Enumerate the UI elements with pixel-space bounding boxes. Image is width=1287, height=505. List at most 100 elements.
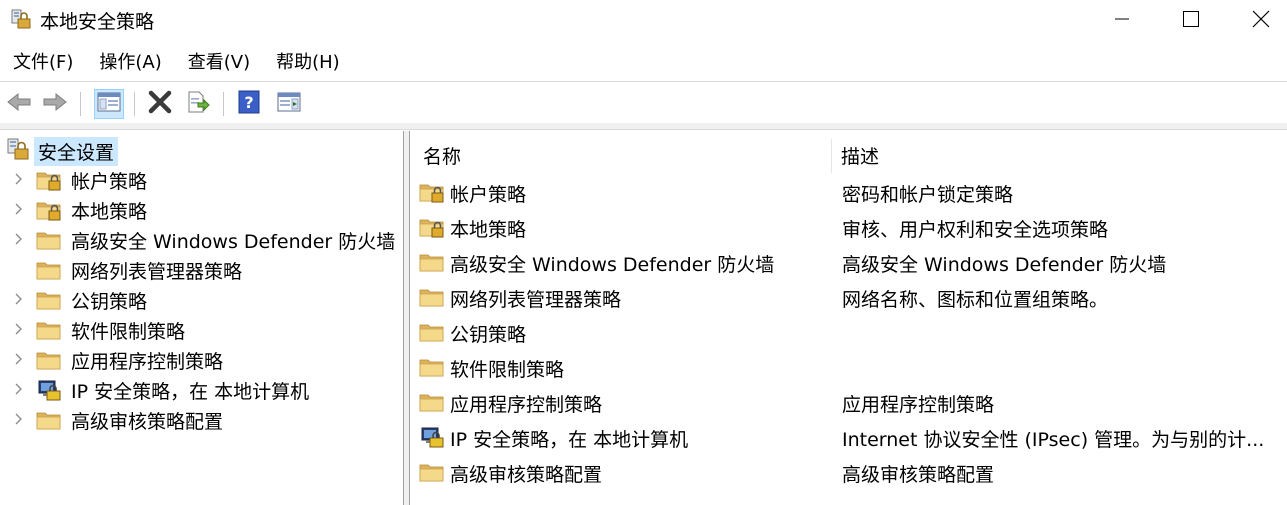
list-item-name: 软件限制策略 <box>450 359 565 381</box>
toolbar-separator <box>80 92 81 116</box>
list-item[interactable]: 公钥策略 <box>411 315 1287 349</box>
list-item[interactable]: 应用程序控制策略 应用程序控制策略 <box>411 385 1287 419</box>
list-item-name: 高级审核策略配置 <box>450 464 603 486</box>
folder-icon <box>36 289 62 311</box>
locked-folder-icon <box>419 181 445 203</box>
pane-splitter[interactable] <box>404 131 410 505</box>
list-item-name: 公钥策略 <box>450 324 527 346</box>
locked-folder-icon <box>419 216 445 238</box>
list-item-description: 网络名称、图标和位置组策略。 <box>842 289 1109 311</box>
chevron-right-icon[interactable] <box>8 411 28 429</box>
toolbar: ? <box>0 85 1287 121</box>
chevron-right-icon[interactable] <box>8 381 28 399</box>
list-item-description: 审核、用户权利和安全选项策略 <box>842 219 1109 241</box>
export-list-icon <box>186 90 210 119</box>
tree-item-label: 网络列表管理器策略 <box>71 260 243 283</box>
tree-item[interactable]: IP 安全策略，在 本地计算机 <box>0 375 403 405</box>
tree-item-label: 应用程序控制策略 <box>71 350 224 373</box>
tree-item[interactable]: 高级审核策略配置 <box>0 405 403 435</box>
list-item-name: 高级安全 Windows Defender 防火墙 <box>450 254 775 276</box>
chevron-right-icon[interactable] <box>8 321 28 339</box>
delete-icon <box>148 90 172 119</box>
tree-item[interactable]: 应用程序控制策略 <box>0 345 403 375</box>
list-item-name: IP 安全策略，在 本地计算机 <box>450 429 689 451</box>
folder-icon <box>419 356 445 378</box>
tree-item[interactable]: 公钥策略 <box>0 285 403 315</box>
show-hide-tree-icon <box>97 92 121 117</box>
tree-pane: 安全设置 帐户策略本地策略高级安全 Windows Defender 防火墙 网络… <box>0 131 404 505</box>
maximize-button[interactable] <box>1168 0 1214 38</box>
locked-folder-icon <box>36 199 62 221</box>
list-item-name: 本地策略 <box>450 219 527 241</box>
show-hide-tree-button[interactable] <box>94 89 124 119</box>
toolbar-border <box>0 123 1287 130</box>
tree-item-label: IP 安全策略，在 本地计算机 <box>71 380 310 403</box>
security-policy-icon <box>10 8 32 30</box>
title-bar: 本地安全策略 <box>0 0 1287 38</box>
chevron-right-icon[interactable] <box>8 351 28 369</box>
tree-item-label: 高级安全 Windows Defender 防火墙 <box>71 230 396 253</box>
tree-item-label: 本地策略 <box>71 200 148 223</box>
list-item[interactable]: 软件限制策略 <box>411 350 1287 384</box>
list-item-description: 密码和帐户锁定策略 <box>842 184 1014 206</box>
export-list-button[interactable] <box>183 89 213 119</box>
delete-button[interactable] <box>145 89 175 119</box>
folder-icon <box>36 259 62 281</box>
list-item[interactable]: IP 安全策略，在 本地计算机 Internet 协议安全性 (IPsec) 管理… <box>411 420 1287 454</box>
folder-icon <box>419 391 445 413</box>
chevron-right-icon[interactable] <box>8 231 28 249</box>
tree-item[interactable]: 高级安全 Windows Defender 防火墙 <box>0 225 403 255</box>
list-item[interactable]: 高级审核策略配置 高级审核策略配置 <box>411 455 1287 489</box>
list-item-description: 高级安全 Windows Defender 防火墙 <box>842 254 1167 276</box>
tree-item[interactable]: 软件限制策略 <box>0 315 403 345</box>
tree-item-label: 公钥策略 <box>71 290 148 313</box>
security-settings-icon <box>6 137 30 166</box>
folder-icon <box>419 461 445 483</box>
tree-item-label: 软件限制策略 <box>71 320 186 343</box>
column-divider[interactable] <box>831 139 832 173</box>
menu-action[interactable]: 操作(A) <box>86 46 174 80</box>
minimize-button[interactable] <box>1099 0 1145 38</box>
menu-separator <box>0 81 1287 82</box>
list-item-name: 应用程序控制策略 <box>450 394 603 416</box>
folder-icon <box>36 349 62 371</box>
locked-folder-icon <box>36 169 62 191</box>
help-icon: ? <box>237 90 261 119</box>
list-item-name: 帐户策略 <box>450 184 527 206</box>
list-pane: 名称 描述 帐户策略 密码和帐户锁定策略本地策略 审核、用户权利和安全选项策略高级安… <box>411 131 1287 505</box>
list-item[interactable]: 网络列表管理器策略 网络名称、图标和位置组策略。 <box>411 280 1287 314</box>
svg-text:?: ? <box>244 93 253 112</box>
menu-help[interactable]: 帮助(H) <box>263 46 353 80</box>
close-button[interactable] <box>1238 0 1284 38</box>
tree-item[interactable]: 本地策略 <box>0 195 403 225</box>
menu-bar: 文件(F) 操作(A) 查看(V) 帮助(H) <box>0 46 1287 80</box>
tree-item[interactable]: 网络列表管理器策略 <box>0 255 403 285</box>
tree-item[interactable]: 帐户策略 <box>0 165 403 195</box>
show-hide-action-pane-button[interactable] <box>274 89 304 119</box>
list-item-name: 网络列表管理器策略 <box>450 289 622 311</box>
show-hide-action-pane-icon <box>277 92 301 117</box>
folder-icon <box>419 286 445 308</box>
list-item[interactable]: 本地策略 审核、用户权利和安全选项策略 <box>411 210 1287 244</box>
list-item[interactable]: 帐户策略 密码和帐户锁定策略 <box>411 175 1287 209</box>
toolbar-separator <box>134 92 135 116</box>
column-header-name[interactable]: 名称 <box>423 137 461 173</box>
chevron-right-icon[interactable] <box>8 201 28 219</box>
toolbar-separator <box>223 92 224 116</box>
forward-button[interactable] <box>40 89 70 119</box>
help-button[interactable]: ? <box>234 89 264 119</box>
column-header-description[interactable]: 描述 <box>841 137 879 173</box>
list-item-description: 高级审核策略配置 <box>842 464 995 486</box>
chevron-right-icon[interactable] <box>8 171 28 189</box>
back-button[interactable] <box>4 89 34 119</box>
list-item[interactable]: 高级安全 Windows Defender 防火墙 高级安全 Windows De… <box>411 245 1287 279</box>
back-icon <box>6 91 32 118</box>
menu-file[interactable]: 文件(F) <box>0 46 86 80</box>
tree-root-label: 安全设置 <box>34 136 119 166</box>
menu-view[interactable]: 查看(V) <box>175 46 263 80</box>
list-item-description: 应用程序控制策略 <box>842 394 995 416</box>
folder-icon <box>36 229 62 251</box>
folder-icon <box>419 251 445 273</box>
tree-root-security-settings[interactable]: 安全设置 <box>6 136 119 166</box>
chevron-right-icon[interactable] <box>8 291 28 309</box>
